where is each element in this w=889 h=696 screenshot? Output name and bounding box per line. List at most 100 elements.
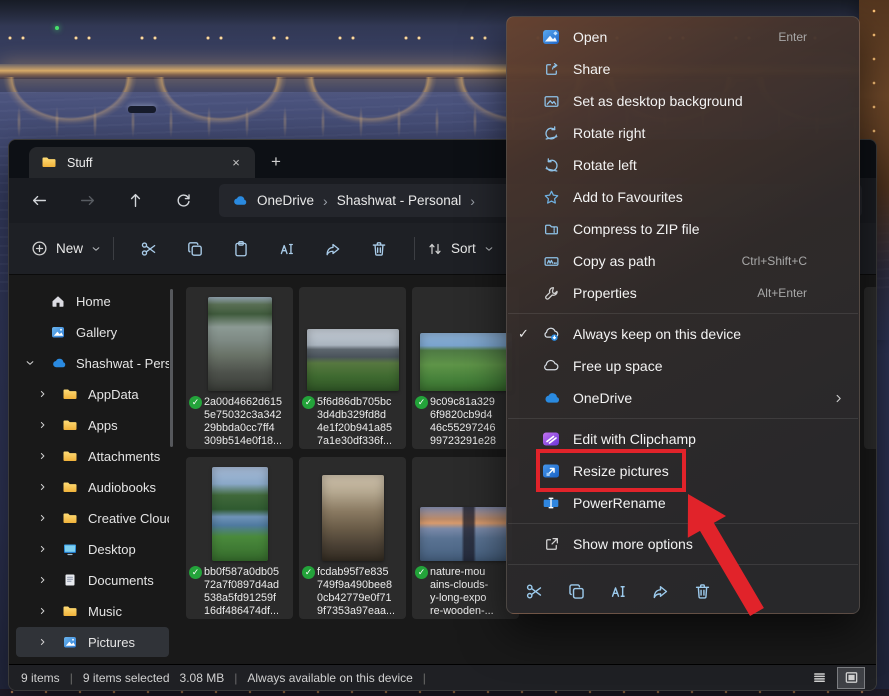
file-tile-partial[interactable] bbox=[864, 287, 877, 449]
up-button[interactable] bbox=[119, 185, 151, 217]
chevron-right-icon[interactable] bbox=[38, 576, 47, 585]
clipchamp-icon bbox=[541, 429, 561, 449]
chevron-right-icon[interactable] bbox=[38, 514, 47, 523]
synced-check-icon: ✓ bbox=[302, 396, 315, 409]
menu-item-set-desktop-background[interactable]: Set as desktop background bbox=[507, 85, 859, 117]
copy-icon[interactable] bbox=[565, 580, 587, 602]
cut-button[interactable] bbox=[126, 232, 172, 266]
menu-item-rotate-left[interactable]: Rotate left bbox=[507, 149, 859, 181]
back-button[interactable] bbox=[23, 185, 55, 217]
sidebar-item-attachments[interactable]: Attachments bbox=[16, 441, 169, 471]
folder-icon bbox=[41, 154, 58, 171]
menu-item-properties[interactable]: Properties Alt+Enter bbox=[507, 277, 859, 309]
onedrive-icon bbox=[541, 388, 561, 408]
new-button[interactable]: New bbox=[31, 240, 101, 257]
rename-button[interactable] bbox=[264, 232, 310, 266]
tab-close-icon[interactable]: × bbox=[227, 155, 245, 170]
delete-button[interactable] bbox=[356, 232, 402, 266]
delete-icon[interactable] bbox=[691, 580, 713, 602]
menu-divider bbox=[508, 418, 858, 419]
status-availability: Always available on this device bbox=[247, 671, 412, 685]
paste-button[interactable] bbox=[218, 232, 264, 266]
tab-title: Stuff bbox=[67, 156, 218, 170]
show-more-icon bbox=[541, 534, 561, 554]
sidebar-item-music[interactable]: Music bbox=[16, 596, 169, 626]
sidebar-item-pictures[interactable]: Pictures bbox=[16, 627, 169, 657]
sidebar-item-apps[interactable]: Apps bbox=[16, 410, 169, 440]
chevron-right-icon[interactable] bbox=[38, 545, 47, 554]
sidebar-item-gallery[interactable]: Gallery bbox=[16, 317, 169, 347]
sidebar-scrollbar[interactable] bbox=[170, 289, 173, 447]
status-size: 3.08 MB bbox=[180, 671, 225, 685]
onedrive-icon bbox=[231, 192, 248, 209]
file-tile[interactable]: ✓ bb0f587a0db0572a7f0897d4ad538a5fd91259… bbox=[186, 457, 293, 619]
synced-check-icon: ✓ bbox=[189, 566, 202, 579]
menu-item-onedrive[interactable]: OneDrive bbox=[507, 382, 859, 414]
share-icon bbox=[541, 59, 561, 79]
document-icon bbox=[62, 572, 79, 589]
file-tile[interactable]: ✓ fcdab95f7e835749f9a490bee80cb42779e0f7… bbox=[299, 457, 406, 619]
tab-stuff[interactable]: Stuff × bbox=[29, 147, 255, 178]
wallpaper-boat bbox=[128, 106, 156, 113]
sidebar-item-creative-cloud[interactable]: Creative Cloud bbox=[16, 503, 169, 533]
chevron-right-icon[interactable] bbox=[38, 638, 47, 647]
forward-button[interactable] bbox=[71, 185, 103, 217]
rename-icon[interactable] bbox=[607, 580, 629, 602]
sidebar-item-documents[interactable]: Documents bbox=[16, 565, 169, 595]
sidebar-item-appdata[interactable]: AppData bbox=[16, 379, 169, 409]
copy-button[interactable] bbox=[172, 232, 218, 266]
chevron-right-icon[interactable] bbox=[38, 390, 47, 399]
folder-icon bbox=[62, 386, 79, 403]
menu-item-always-keep-on-device[interactable]: ✓ Always keep on this device bbox=[507, 318, 859, 350]
photos-app-icon bbox=[541, 27, 561, 47]
synced-check-icon: ✓ bbox=[415, 396, 428, 409]
menu-item-free-up-space[interactable]: Free up space bbox=[507, 350, 859, 382]
pictures-icon bbox=[62, 634, 79, 651]
sidebar-label: Apps bbox=[88, 418, 118, 433]
sidebar-item-home[interactable]: Home bbox=[16, 286, 169, 316]
file-tile[interactable]: ✓ 5f6d86db705bc3d4db329fd8d4e1f20b941a85… bbox=[299, 287, 406, 449]
breadcrumb-folder[interactable]: Shashwat - Personal bbox=[337, 193, 462, 208]
chevron-down-icon[interactable] bbox=[25, 358, 35, 368]
chevron-down-icon bbox=[484, 244, 494, 254]
thumbnail-view-button[interactable] bbox=[838, 668, 864, 688]
file-name: ✓ bb0f587a0db0572a7f0897d4ad538a5fd91259… bbox=[186, 566, 293, 618]
chevron-right-icon[interactable] bbox=[38, 452, 47, 461]
menu-item-compress-zip[interactable]: Compress to ZIP file bbox=[507, 213, 859, 245]
share-icon[interactable] bbox=[649, 580, 671, 602]
file-name: ✓ fcdab95f7e835749f9a490bee80cb42779e0f7… bbox=[299, 566, 406, 618]
file-tile[interactable]: ✓ nature-mouains-clouds-y-long-expore-wo… bbox=[412, 457, 519, 619]
breadcrumb-root[interactable]: OneDrive bbox=[257, 193, 314, 208]
menu-item-add-to-favourites[interactable]: Add to Favourites bbox=[507, 181, 859, 213]
new-button-label: New bbox=[56, 241, 83, 256]
menu-divider bbox=[508, 564, 858, 565]
powerrename-icon bbox=[541, 493, 561, 513]
refresh-button[interactable] bbox=[167, 185, 199, 217]
sidebar-item-desktop[interactable]: Desktop bbox=[16, 534, 169, 564]
share-button[interactable] bbox=[310, 232, 356, 266]
submenu-chevron-icon bbox=[833, 393, 844, 404]
toolbar-divider bbox=[113, 237, 114, 260]
sidebar-label: Shashwat - Pers bbox=[76, 356, 169, 371]
sidebar-item-audiobooks[interactable]: Audiobooks bbox=[16, 472, 169, 502]
file-tile[interactable]: ✓ 2a00d4662d6155e75032c3a34229bbda0cc7ff… bbox=[186, 287, 293, 449]
menu-item-show-more-options[interactable]: Show more options bbox=[507, 528, 859, 560]
menu-item-rotate-right[interactable]: Rotate right bbox=[507, 117, 859, 149]
chevron-right-icon[interactable] bbox=[38, 483, 47, 492]
folder-icon bbox=[62, 448, 79, 465]
file-name: ✓ nature-mouains-clouds-y-long-expore-wo… bbox=[412, 566, 519, 618]
cut-icon[interactable] bbox=[523, 580, 545, 602]
sort-button[interactable]: Sort bbox=[427, 241, 494, 257]
file-tile[interactable]: ✓ 9c09c81a3296f9820cb9d446c5529724699723… bbox=[412, 287, 519, 449]
menu-item-share[interactable]: Share bbox=[507, 53, 859, 85]
menu-item-copy-as-path[interactable]: Copy as path Ctrl+Shift+C bbox=[507, 245, 859, 277]
chevron-right-icon[interactable] bbox=[38, 607, 47, 616]
sidebar-label: Attachments bbox=[88, 449, 160, 464]
sidebar-item-onedrive-personal[interactable]: Shashwat - Pers bbox=[16, 348, 169, 378]
menu-item-open[interactable]: Open Enter bbox=[507, 21, 859, 53]
details-view-button[interactable] bbox=[806, 668, 832, 688]
toolbar-divider bbox=[414, 237, 415, 260]
chevron-right-icon[interactable] bbox=[38, 421, 47, 430]
new-tab-button[interactable]: + bbox=[271, 152, 281, 172]
sidebar-label: Gallery bbox=[76, 325, 117, 340]
